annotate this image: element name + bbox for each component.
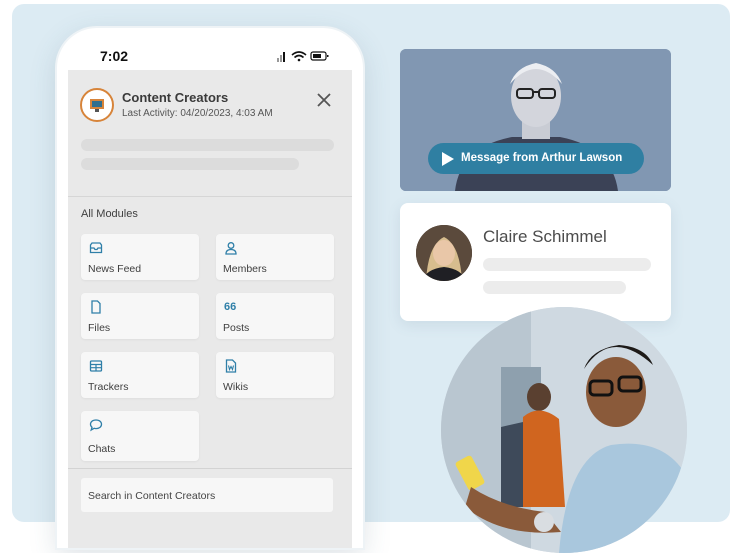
- wifi-icon: [291, 51, 307, 62]
- contact-name: Claire Schimmel: [483, 227, 607, 246]
- file-icon: [91, 300, 101, 314]
- signal-icon: [277, 52, 285, 62]
- module-files[interactable]: Files: [81, 293, 199, 339]
- module-label: Posts: [223, 322, 250, 334]
- group-header: Content Creators Last Activity: 04/20/20…: [68, 70, 352, 250]
- avatar: [416, 225, 472, 281]
- module-trackers[interactable]: Trackers: [81, 352, 199, 398]
- module-news-feed[interactable]: News Feed: [81, 234, 199, 280]
- chat-bubble-icon: [89, 419, 103, 432]
- video-message-card[interactable]: Message from Arthur Lawson: [400, 49, 671, 191]
- module-posts[interactable]: 66 Posts: [216, 293, 334, 339]
- module-label: Trackers: [88, 381, 129, 393]
- divider: [68, 468, 352, 469]
- module-label: Chats: [88, 443, 116, 455]
- module-label: Files: [88, 322, 111, 334]
- module-wikis[interactable]: Wikis: [216, 352, 334, 398]
- group-name: Content Creators: [122, 90, 229, 105]
- placeholder-line: [81, 139, 334, 151]
- divider: [68, 196, 352, 197]
- search-input[interactable]: Search in Content Creators: [81, 478, 333, 512]
- inbox-icon: [89, 242, 103, 254]
- search-placeholder: Search in Content Creators: [88, 490, 216, 502]
- module-label: Members: [223, 263, 267, 275]
- play-icon: [442, 152, 454, 166]
- status-time: 7:02: [100, 48, 129, 64]
- status-icons: [277, 51, 329, 62]
- document-w-icon: [225, 359, 237, 373]
- placeholder-line: [81, 158, 299, 170]
- table-icon: [89, 360, 103, 372]
- module-label: News Feed: [88, 263, 142, 275]
- battery-icon: [310, 51, 329, 61]
- contact-card[interactable]: Claire Schimmel: [400, 203, 671, 321]
- placeholder-line: [483, 281, 626, 294]
- person-icon: [225, 242, 237, 255]
- module-members[interactable]: Members: [216, 234, 334, 280]
- phone-mockup: 7:02 Content Creators Last Activity: 04/…: [57, 28, 363, 548]
- last-activity: Last Activity: 04/20/2023, 4:03 AM: [122, 108, 273, 119]
- module-chats[interactable]: Chats: [81, 411, 199, 461]
- modules-label: All Modules: [81, 208, 138, 220]
- group-logo-icon: [80, 88, 114, 122]
- module-label: Wikis: [223, 381, 249, 393]
- person-photo: [441, 307, 687, 553]
- placeholder-line: [483, 258, 651, 271]
- app-screen: Content Creators Last Activity: 04/20/20…: [68, 70, 352, 548]
- play-message-button[interactable]: Message from Arthur Lawson: [428, 143, 644, 174]
- close-icon[interactable]: [314, 90, 334, 110]
- quote-icon: 66: [224, 301, 237, 313]
- video-button-label: Message from Arthur Lawson: [461, 152, 623, 164]
